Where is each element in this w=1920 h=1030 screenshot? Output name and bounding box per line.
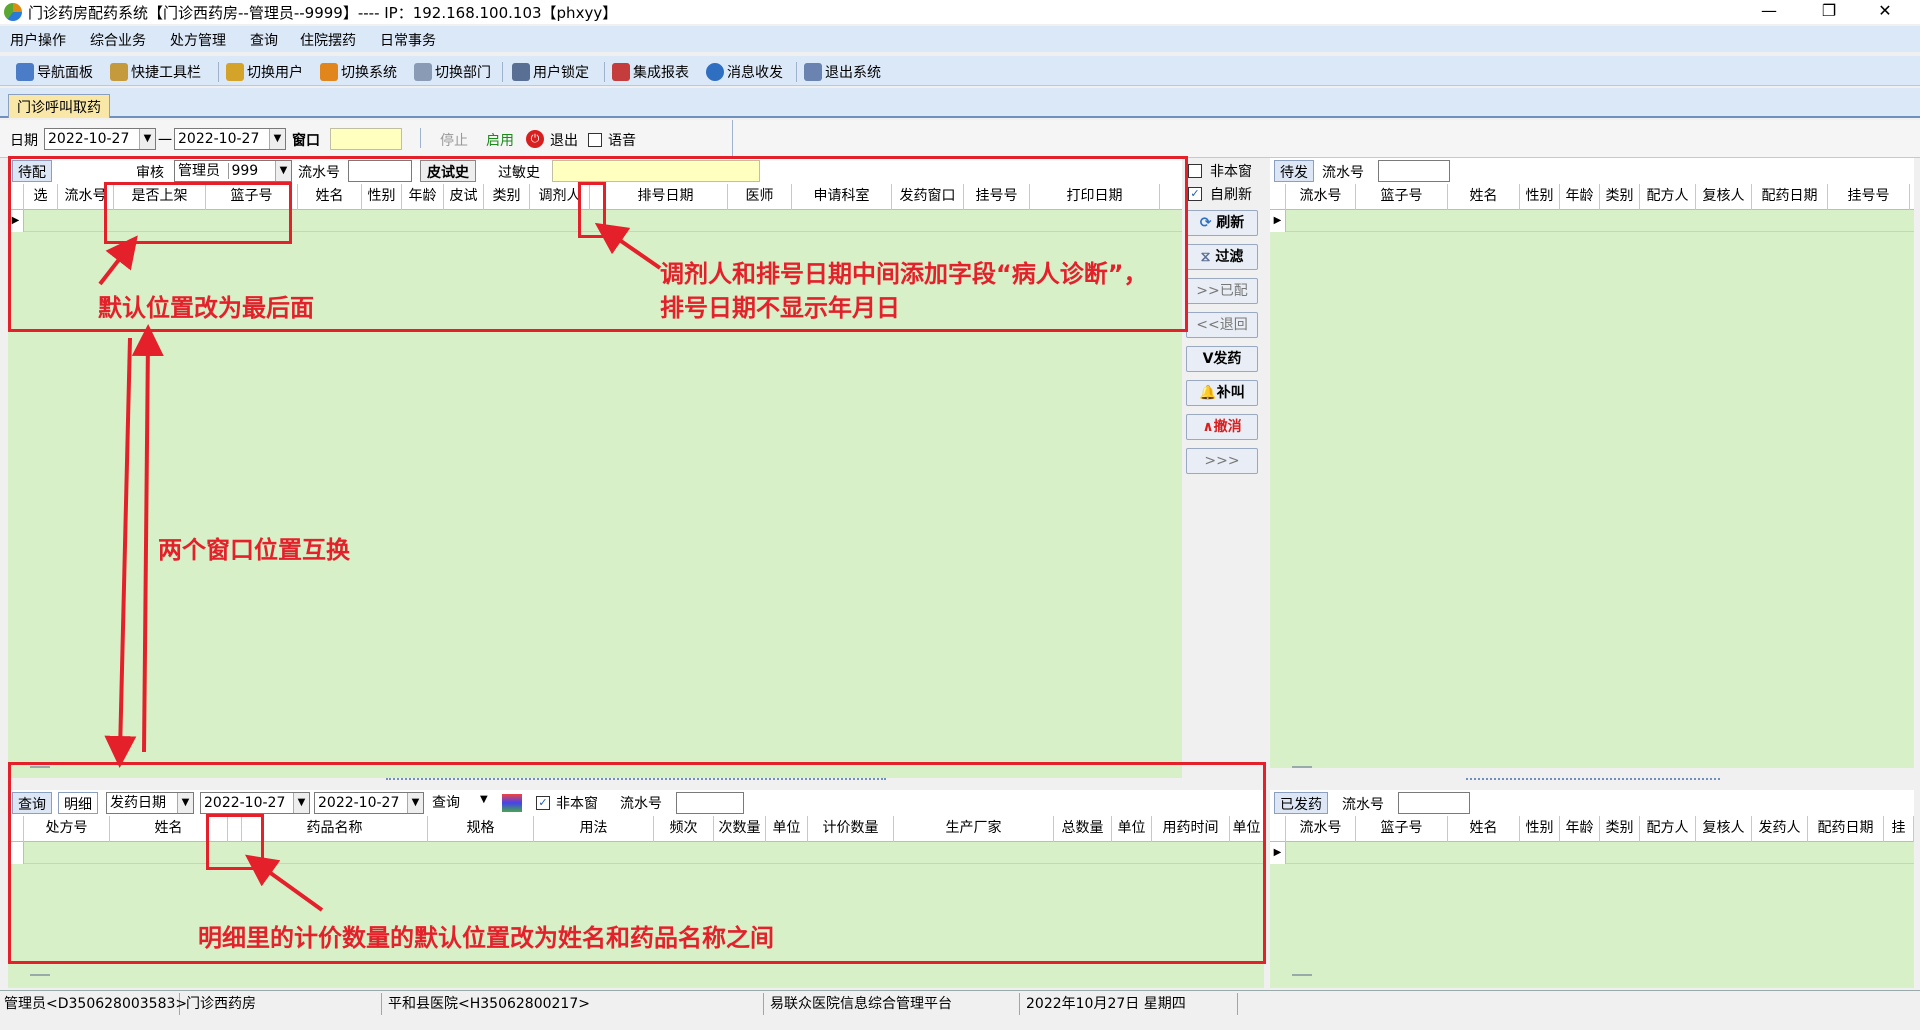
annotation-note-2b: 排号日期不显示年月日 [660,294,900,322]
annotation-note-1: 默认位置改为最后面 [98,294,314,322]
arrow-swap-down [104,337,137,768]
arrow-to-detail-column [245,854,324,912]
arrow-to-new-column [594,222,662,270]
annotation-arrows [98,222,662,912]
status-user: 管理员<D350628003583> [0,993,187,1015]
arrow-swap-up [131,324,164,753]
status-hospital: 平和县医院<H35062800217> [384,993,764,1015]
annotation-note-2a: 调剂人和排号日期中间添加字段“病人诊断”， [660,260,1148,288]
arrow-to-shelf-column [98,235,138,286]
annotation-note-4: 明细里的计价数量的默认位置改为姓名和药品名称之间 [198,924,774,952]
status-date: 2022年10月27日 星期四 [1022,993,1238,1015]
annotation-note-3: 两个窗口位置互换 [158,536,350,564]
status-department: 门诊西药房 [182,993,382,1015]
status-platform: 易联众医院信息综合管理平台 [766,993,1020,1015]
status-bar: 管理员<D350628003583> 门诊西药房 平和县医院<H35062800… [0,990,1920,1030]
